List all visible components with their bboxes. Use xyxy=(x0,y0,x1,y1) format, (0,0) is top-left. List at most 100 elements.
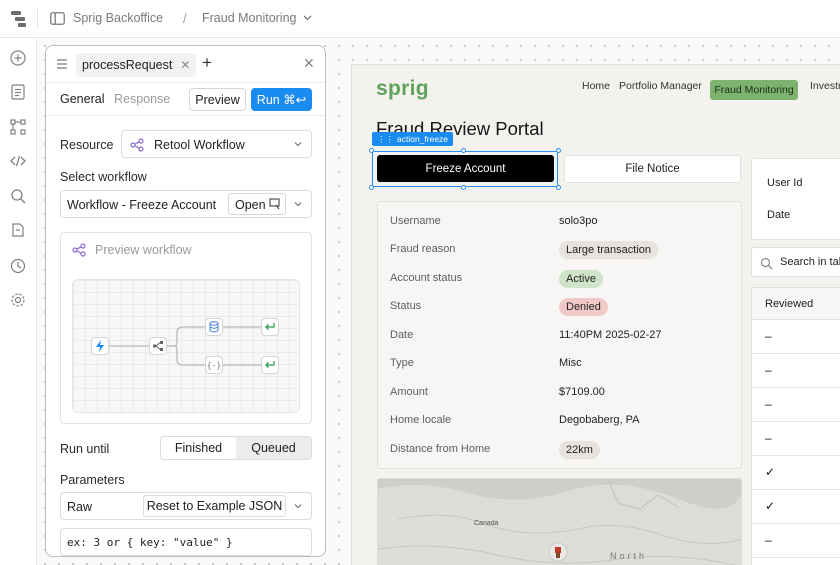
user-id-filter-label: User Id xyxy=(767,177,803,189)
component-tree-icon[interactable] xyxy=(9,118,27,136)
file-notice-button[interactable]: File Notice xyxy=(564,155,741,183)
location-map[interactable]: Canada North xyxy=(377,478,742,565)
close-tab-icon[interactable]: ✕ xyxy=(180,58,190,72)
table-row[interactable]: – xyxy=(752,320,840,354)
detail-label: Type xyxy=(390,357,414,369)
run-until-finished[interactable]: Finished xyxy=(161,437,236,459)
table-header[interactable]: Reviewed xyxy=(752,288,840,320)
resize-handle[interactable] xyxy=(369,148,374,153)
reviews-table: Reviewed – – – – ✓ ✓ – xyxy=(751,287,840,565)
retool-logo-icon[interactable] xyxy=(10,10,28,28)
workflow-select[interactable]: Workflow - Freeze Account Open xyxy=(60,190,312,218)
detail-label: Account status xyxy=(390,272,463,284)
nav-portfolio-manager[interactable]: Portfolio Manager xyxy=(619,80,702,92)
selected-component-name: action_freeze xyxy=(397,134,449,144)
chevron-down-icon[interactable] xyxy=(294,502,302,510)
resize-handle[interactable] xyxy=(461,148,466,153)
detail-label: Date xyxy=(390,329,414,341)
run-until-toggle: Finished Queued xyxy=(160,436,312,460)
chevron-down-icon xyxy=(294,202,302,207)
detail-label: Fraud reason xyxy=(390,243,456,255)
add-component-icon[interactable] xyxy=(9,49,27,67)
detail-label: Status xyxy=(390,300,422,312)
tab-general[interactable]: General xyxy=(60,92,104,106)
query-editor-panel: processRequest ✕ + ✕ General Response Pr… xyxy=(45,45,326,557)
query-panel-header: processRequest ✕ + ✕ xyxy=(46,46,325,83)
column-header-reviewed: Reviewed xyxy=(765,298,814,310)
reviewed-cell: – xyxy=(765,363,772,377)
detail-row: Status Denied xyxy=(390,298,730,316)
table-row[interactable]: – xyxy=(752,524,840,558)
drag-handle-icon: ⋮⋮ xyxy=(377,133,394,144)
query-subtabs: General Response Preview Run ⌘↩ xyxy=(46,84,325,116)
freeze-account-button[interactable]: Freeze Account xyxy=(377,155,554,182)
resize-handle[interactable] xyxy=(556,185,561,190)
database-node xyxy=(205,318,223,336)
reviewed-cell: – xyxy=(765,431,772,445)
settings-gear-icon[interactable] xyxy=(9,291,27,309)
table-row[interactable]: ✓ xyxy=(752,456,840,490)
response-node xyxy=(261,356,279,374)
fraud-details-card: Username solo3po Fraud reason Large tran… xyxy=(377,201,742,469)
table-row[interactable]: – xyxy=(752,354,840,388)
add-query-icon[interactable]: + xyxy=(202,54,216,74)
resize-handle[interactable] xyxy=(461,185,466,190)
workflow-icon xyxy=(130,138,144,152)
history-icon[interactable] xyxy=(9,257,27,275)
detail-row: Distance from Home 22km xyxy=(390,441,730,459)
reset-example-json-button[interactable]: Reset to Example JSON xyxy=(143,495,286,517)
resize-handle[interactable] xyxy=(369,185,374,190)
table-search-input[interactable]: Search in table xyxy=(751,247,840,277)
detail-label: Username xyxy=(390,215,441,227)
resize-handle[interactable] xyxy=(556,148,561,153)
open-label: Open xyxy=(235,198,266,212)
response-node xyxy=(261,318,279,336)
detail-label: Distance from Home xyxy=(390,443,491,455)
selected-component-tag[interactable]: ⋮⋮ action_freeze xyxy=(372,132,454,146)
reviewed-cell: – xyxy=(765,397,772,411)
branch-node xyxy=(149,337,167,355)
detail-label: Home locale xyxy=(390,414,452,426)
state-icon[interactable] xyxy=(9,221,27,239)
detail-value: $7109.00 xyxy=(559,386,605,398)
map-marker-icon[interactable] xyxy=(548,540,568,564)
query-tab[interactable]: processRequest ✕ xyxy=(76,53,197,77)
query-tab-name: processRequest xyxy=(82,58,173,72)
app-name-breadcrumb[interactable]: Sprig Backoffice xyxy=(50,11,163,25)
run-button[interactable]: Run ⌘↩ xyxy=(251,88,312,111)
code-node: {-} xyxy=(205,356,223,374)
distance-pill: 22km xyxy=(559,441,600,459)
close-panel-icon[interactable]: ✕ xyxy=(303,56,317,70)
workflow-icon xyxy=(72,243,86,257)
table-row[interactable]: – xyxy=(752,422,840,456)
nav-home[interactable]: Home xyxy=(582,80,610,92)
pages-icon[interactable] xyxy=(9,83,27,101)
nav-fraud-monitoring[interactable]: Fraud Monitoring xyxy=(710,80,798,100)
param-mode-label: Raw xyxy=(67,500,93,514)
return-icon xyxy=(265,361,275,368)
app-name: Sprig Backoffice xyxy=(73,11,164,25)
table-row[interactable]: – xyxy=(752,388,840,422)
resource-select[interactable]: Retool Workflow xyxy=(121,130,312,158)
parameters-input[interactable]: ex: 3 or { key: "value" } xyxy=(60,528,312,556)
search-icon[interactable] xyxy=(9,187,27,205)
parameters-label: Parameters xyxy=(60,473,125,487)
code-icon[interactable] xyxy=(9,152,27,170)
tab-response[interactable]: Response xyxy=(114,92,170,106)
detail-row: Amount $7109.00 xyxy=(390,384,730,402)
return-icon xyxy=(265,323,275,330)
run-until-queued[interactable]: Queued xyxy=(236,437,311,459)
menu-icon[interactable] xyxy=(56,58,68,70)
page-selector[interactable]: Fraud Monitoring xyxy=(202,11,312,25)
nav-investr[interactable]: Investr xyxy=(810,80,840,92)
map-label-canada: Canada xyxy=(474,520,499,527)
detail-value: Degobaberg, PA xyxy=(559,414,640,426)
reviewed-cell: – xyxy=(765,329,772,343)
open-workflow-button[interactable]: Open xyxy=(228,193,286,215)
table-row[interactable]: ✓ xyxy=(752,490,840,524)
preview-button[interactable]: Preview xyxy=(189,88,246,111)
run-until-label: Run until xyxy=(60,442,110,456)
code-braces-icon: {-} xyxy=(206,360,222,370)
reviewed-cell: ✓ xyxy=(765,499,776,513)
left-rail xyxy=(0,39,37,565)
